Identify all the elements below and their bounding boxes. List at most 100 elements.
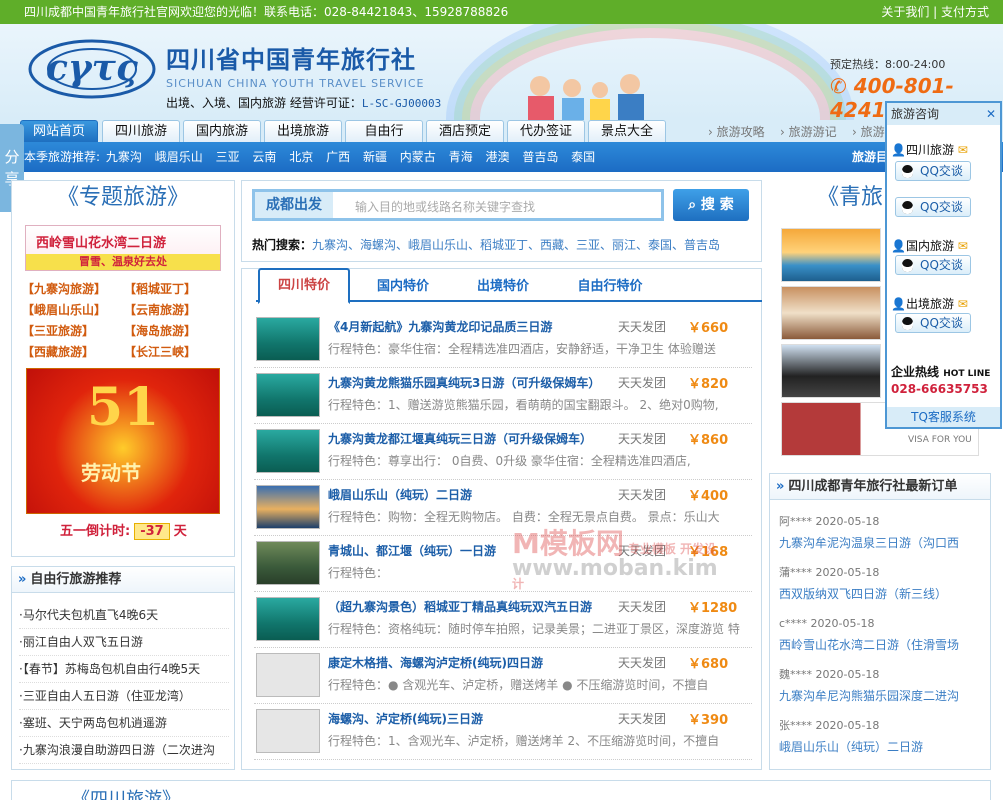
cyts-logo-icon[interactable]: ϲγτς (26, 36, 158, 102)
table-row[interactable]: 九寨沟黄龙熊猫乐园真纯玩3日游（可升级保姆车） 天天发团 ￥820 行程特色：1… (254, 370, 752, 424)
cat-three-gorges[interactable]: 【长江三峡】 (124, 343, 196, 360)
tab-sichuan-special[interactable]: 四川特价 (258, 268, 350, 304)
recommend-item[interactable]: 泰国 (571, 150, 595, 164)
countdown-unit: 天 (173, 524, 187, 539)
tab-domestic-special[interactable]: 国内特价 (360, 272, 446, 302)
tour-thumbnail[interactable] (256, 541, 320, 585)
cat-tibet[interactable]: 【西藏旅游】 (22, 343, 94, 360)
strip-right-label[interactable]: 旅游目 (852, 142, 888, 172)
tour-thumbnail[interactable] (256, 317, 320, 361)
qq-chat-button[interactable]: QQ交谈 (895, 197, 971, 217)
recommend-item[interactable]: 北京 (289, 150, 313, 164)
tour-title[interactable]: 九寨沟黄龙都江堰真纯玩三日游（可升级保姆车） (328, 430, 608, 447)
tour-departure: 天天发团 (618, 320, 667, 334)
nav-sub-more[interactable]: › 旅游 (852, 123, 885, 140)
family-photo-icon (528, 74, 644, 120)
order-route[interactable]: 西岭雪山花水湾二日游（住滑雪场 (779, 634, 989, 665)
table-row[interactable]: 康定木格措、海螺沟泸定桥(纯玩)四日游 天天发团 ￥680 行程特色：● 含观光… (254, 650, 752, 704)
nav-tab-home[interactable]: 网站首页 (20, 120, 98, 142)
recommend-item[interactable]: 港澳 (485, 150, 509, 164)
tour-title[interactable]: 九寨沟黄龙熊猫乐园真纯玩3日游（可升级保姆车） (328, 374, 608, 391)
order-customer: 魏**** 2020-05-18 (779, 668, 880, 681)
cat-emei[interactable]: 【峨眉山乐山】 (22, 301, 106, 318)
recommend-item[interactable]: 内蒙古 (400, 150, 436, 164)
recommend-item[interactable]: 云南 (252, 150, 276, 164)
cat-daocheng[interactable]: 【稻城亚丁】 (124, 280, 196, 297)
recommend-item[interactable]: 青海 (449, 150, 473, 164)
cat-jiuzhaigou[interactable]: 【九寨沟旅游】 (22, 280, 106, 297)
nav-tab-attractions[interactable]: 景点大全 (588, 120, 666, 142)
svg-text:ϲγτς: ϲγτς (46, 47, 138, 89)
table-row[interactable]: （超九寨沟景色）稻城亚丁精品真纯玩双汽五日游 天天发团 ￥1280 行程特色：资… (254, 594, 752, 648)
tab-outbound-special[interactable]: 出境特价 (460, 272, 546, 302)
top-links[interactable]: 关于我们 | 支付方式 (881, 0, 989, 24)
qq-chat-button[interactable]: QQ交谈 (895, 161, 971, 181)
person-icon: 👤 (891, 143, 906, 157)
search-input[interactable]: 输入目的地或线路名称关键字查找 (355, 198, 535, 215)
close-icon[interactable]: ✕ (986, 103, 996, 125)
tour-title[interactable]: （超九寨沟景色）稻城亚丁精品真纯玩双汽五日游 (328, 598, 608, 615)
sichuan-travel-section: 《四川旅游》 (11, 780, 991, 800)
order-route[interactable]: 西双版纳双飞四日游（新三线） (779, 583, 989, 614)
list-item[interactable]: ·【春节】苏梅岛包机自由行4晚5天 (19, 656, 229, 683)
tour-thumbnail[interactable] (256, 429, 320, 473)
free-travel-title: » 自由行旅游推荐 (12, 567, 234, 593)
qq-chat-button[interactable]: QQ交谈 (895, 255, 971, 275)
list-item[interactable]: ·三亚自由人五日游（住亚龙湾） (19, 683, 229, 710)
nav-tab-visa[interactable]: 代办签证 (507, 120, 585, 142)
mail-icon[interactable]: ✉ (958, 143, 968, 157)
order-route[interactable]: 峨眉山乐山（纯玩）二日游 (779, 736, 989, 767)
hotline-label: 预定热线：8:00-24:00 (830, 58, 946, 71)
tour-thumbnail[interactable] (256, 373, 320, 417)
tour-thumbnail[interactable] (256, 709, 320, 753)
nav-tab-hotel[interactable]: 酒店预定 (426, 120, 504, 142)
mail-icon[interactable]: ✉ (958, 297, 968, 311)
hot-search-terms[interactable]: 九寨沟、海螺沟、峨眉山乐山、稻城亚丁、西藏、三亚、丽江、泰国、普吉岛 (312, 238, 720, 252)
labor-day-banner[interactable]: 51 劳动节 (26, 368, 220, 514)
tq-footer[interactable]: TQ客服系统 (887, 407, 1000, 427)
nav-sub-notes[interactable]: › 旅游游记 (780, 123, 837, 140)
tour-thumbnail[interactable] (256, 597, 320, 641)
cat-island[interactable]: 【海岛旅游】 (124, 322, 196, 339)
recommend-item[interactable]: 普吉岛 (522, 150, 558, 164)
tour-departure: 天天发团 (618, 376, 667, 390)
order-route[interactable]: 九寨沟牟尼沟熊猫乐园深度二进沟 (779, 685, 989, 716)
beach-photo[interactable] (781, 228, 881, 282)
departure-city[interactable]: 成都出发 (255, 192, 333, 218)
tour-title[interactable]: 海螺沟、泸定桥(纯玩)三日游 (328, 710, 608, 727)
recommend-item[interactable]: 三亚 (216, 150, 240, 164)
recommend-item[interactable]: 九寨沟 (106, 150, 142, 164)
tour-title[interactable]: 康定木格措、海螺沟泸定桥(纯玩)四日游 (328, 654, 608, 671)
recommend-item[interactable]: 广西 (326, 150, 350, 164)
list-item[interactable]: ·丽江自由人双飞五日游 (19, 629, 229, 656)
tour-thumbnail[interactable] (256, 653, 320, 697)
tour-thumbnail[interactable] (256, 485, 320, 529)
table-row[interactable]: 九寨沟黄龙都江堰真纯玩三日游（可升级保姆车） 天天发团 ￥860 行程特色：尊享… (254, 426, 752, 480)
order-route[interactable]: 九寨沟牟泥沟温泉三日游（沟口西 (779, 532, 989, 563)
nav-sub-guide[interactable]: › 旅游攻略 (708, 123, 765, 140)
tab-free-special[interactable]: 自由行特价 (560, 272, 660, 302)
list-item[interactable]: ·马尔代夫包机直飞4晚6天 (19, 602, 229, 629)
mail-icon[interactable]: ✉ (958, 239, 968, 253)
nav-tab-free-travel[interactable]: 自由行 (345, 120, 423, 142)
table-row[interactable]: 海螺沟、泸定桥(纯玩)三日游 天天发团 ￥390 行程特色：1、含观光车、泸定桥… (254, 706, 752, 760)
hotel-photo[interactable] (781, 286, 881, 340)
cat-yunnan[interactable]: 【云南旅游】 (124, 301, 196, 318)
recommend-item[interactable]: 峨眉乐山 (155, 150, 203, 164)
list-item[interactable]: ·塞班、天宁两岛包机逍遥游 (19, 710, 229, 737)
brand-name: 四川省中国青年旅行社 (166, 45, 416, 74)
nav-tab-sichuan[interactable]: 四川旅游 (102, 120, 180, 142)
tour-title[interactable]: 《4月新起航》九寨沟黄龙印记品质三日游 (328, 318, 608, 335)
snow-mountain-banner[interactable]: 西岭雪山花水湾二日游 冒雪、温泉好去处 (25, 225, 221, 271)
tour-price: ￥390 (688, 713, 729, 728)
qq-chat-button[interactable]: QQ交谈 (895, 313, 971, 333)
cat-sanya[interactable]: 【三亚旅游】 (22, 322, 94, 339)
search-button[interactable]: ⌕ 搜 索 (673, 189, 749, 221)
nav-tab-domestic[interactable]: 国内旅游 (183, 120, 261, 142)
table-row[interactable]: 《4月新起航》九寨沟黄龙印记品质三日游 天天发团 ￥660 行程特色：豪华住宿：… (254, 314, 752, 368)
car-photo[interactable] (781, 344, 881, 398)
list-item[interactable]: ·九寨沟浪漫自助游四日游（二次进沟 (19, 737, 229, 764)
tour-title[interactable]: 峨眉山乐山（纯玩）二日游 (328, 486, 608, 503)
nav-tab-outbound[interactable]: 出境旅游 (264, 120, 342, 142)
recommend-item[interactable]: 新疆 (363, 150, 387, 164)
